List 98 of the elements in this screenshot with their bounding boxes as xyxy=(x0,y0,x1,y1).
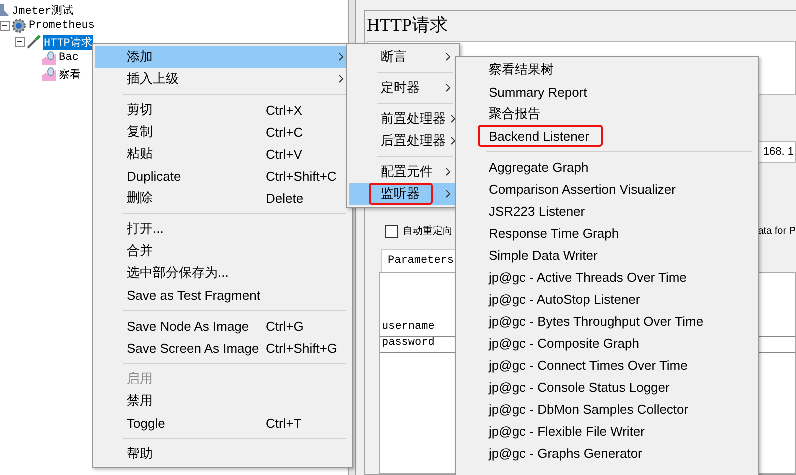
menu-item-label: 删除 xyxy=(127,189,154,207)
menu-item-label: jp@gc - AutoStop Listener xyxy=(489,292,642,306)
menu-item-label: JSR223 Listener xyxy=(489,204,586,218)
editor-title: HTTP请求 xyxy=(367,14,449,37)
menu-item[interactable]: Response Time Graph xyxy=(458,222,756,244)
menu-item-label: 剪切 xyxy=(127,101,154,119)
tree-node[interactable]: Prometheus xyxy=(28,20,96,32)
menu-item-label: 选中部分保存为... xyxy=(127,264,230,282)
shortcut-label: Ctrl+T xyxy=(266,416,303,430)
menu-item-label: 插入上级 xyxy=(127,70,180,88)
menu-item[interactable]: 禁用 xyxy=(95,390,350,412)
menu-item[interactable]: Comparison Assertion Visualizer xyxy=(458,178,756,200)
tree-node[interactable]: 察看 xyxy=(58,66,82,82)
shortcut-label: Delete xyxy=(266,190,305,206)
menu-item-label: 打开... xyxy=(127,220,165,238)
menu-item-label: Save as Test Fragment xyxy=(127,288,262,302)
menu-item[interactable]: 帮助 xyxy=(95,443,350,465)
menu-item[interactable]: Aggregate Graph xyxy=(458,156,756,178)
menu-item[interactable]: 粘贴 Ctrl+V xyxy=(95,143,350,165)
menu-item-label: jp@gc - Console Status Logger xyxy=(489,380,671,394)
menu-item-label: 监听器 xyxy=(381,185,421,203)
shortcut-label: Ctrl+C xyxy=(266,124,304,140)
menu-item[interactable]: Save Node As Image Ctrl+G xyxy=(95,315,350,337)
menu-item[interactable]: 定时器 xyxy=(349,77,457,99)
menu-item[interactable]: 合并 xyxy=(95,240,350,262)
checkbox[interactable] xyxy=(385,224,398,238)
menu-item[interactable]: jp@gc - Flexible File Writer xyxy=(458,420,756,442)
menu-item[interactable]: 断言 xyxy=(349,46,457,68)
menu-item-label: 禁用 xyxy=(127,392,154,410)
tree-node[interactable]: Jmeter测试 xyxy=(11,2,75,18)
menu-item[interactable]: Toggle Ctrl+T xyxy=(95,412,350,434)
menu-item-label: Toggle xyxy=(127,416,166,430)
gear-icon xyxy=(11,18,27,34)
menu-item-label: 添加 xyxy=(127,48,154,66)
menu-item[interactable]: jp@gc - AutoStop Listener xyxy=(458,288,756,310)
menu-item-label: jp@gc - Graphs Generator xyxy=(489,446,644,460)
menu-item-label: 察看结果树 xyxy=(489,61,555,79)
menu-item[interactable]: 选中部分保存为... xyxy=(95,262,350,284)
menu-item[interactable]: jp@gc - Graphs Generator xyxy=(458,442,756,464)
shortcut-label: Ctrl+V xyxy=(266,146,304,162)
shortcut-label: Ctrl+X xyxy=(266,102,304,118)
collapse-toggle-icon[interactable] xyxy=(0,21,10,31)
menu-item-label: Response Time Graph xyxy=(489,226,620,240)
menu-item-label: 聚合报告 xyxy=(489,105,542,123)
menu-item-label: jp@gc - Flexible File Writer xyxy=(489,424,646,438)
menu-item-label: 复制 xyxy=(127,123,154,141)
checkbox-label: 自动重定向 xyxy=(403,224,453,238)
graph-icon xyxy=(41,50,57,66)
menu-item-label: 后置处理器 xyxy=(381,132,446,150)
menu-item[interactable]: Summary Report xyxy=(458,81,756,103)
menu-item-label: 合并 xyxy=(127,242,154,260)
menu-item[interactable]: 删除 Delete xyxy=(95,187,350,209)
menu-item-label: 配置元件 xyxy=(381,163,434,181)
menu-item-label: 粘贴 xyxy=(127,145,154,163)
menu-item-label: jp@gc - Composite Graph xyxy=(489,336,640,350)
menu-item-label: jp@gc - Connect Times Over Time xyxy=(489,358,689,372)
menu-item[interactable]: Save Screen As Image Ctrl+Shift+G xyxy=(95,337,350,359)
menu-item[interactable]: 插入上级 xyxy=(95,68,350,90)
pipette-icon xyxy=(26,34,42,50)
menu-item-label: jp@gc - DbMon Samples Collector xyxy=(489,402,690,416)
menu-item[interactable]: 聚合报告 xyxy=(458,103,756,125)
menu-item[interactable]: 察看结果树 xyxy=(458,59,756,81)
menu-item[interactable]: 前置处理器 xyxy=(349,108,457,130)
menu-item-label: 定时器 xyxy=(381,79,421,97)
menu-item[interactable]: 打开... xyxy=(95,218,350,240)
menu-item-label: jp@gc - Active Threads Over Time xyxy=(489,270,688,284)
graph-icon xyxy=(41,66,57,82)
shortcut-label: Ctrl+Shift+C xyxy=(266,168,337,184)
menu-item[interactable]: JSR223 Listener xyxy=(458,200,756,222)
menu-item-label: Save Node As Image xyxy=(127,318,250,334)
menu-item[interactable]: 后置处理器 xyxy=(349,130,457,152)
menu-item[interactable]: Backend Listener xyxy=(458,125,756,147)
menu-item[interactable]: 复制 Ctrl+C xyxy=(95,121,350,143)
menu-item-label: 前置处理器 xyxy=(381,110,446,128)
tree-node[interactable]: Bac xyxy=(58,52,80,64)
menu-item-label: Backend Listener xyxy=(489,128,590,144)
option-label: ata for P xyxy=(758,226,796,236)
menu-item[interactable]: 剪切 Ctrl+X xyxy=(95,99,350,121)
menu-item-label: Save Screen As Image xyxy=(127,340,260,356)
menu-item-label: Simple Data Writer xyxy=(489,248,599,262)
menu-item-label: 启用 xyxy=(127,370,154,388)
menu-item[interactable]: Duplicate Ctrl+Shift+C xyxy=(95,165,350,187)
shortcut-label: Ctrl+Shift+G xyxy=(266,340,338,356)
menu-item-label: 帮助 xyxy=(127,445,154,463)
menu-item-label: 断言 xyxy=(381,48,408,66)
tree-node[interactable]: HTTP请求 xyxy=(43,34,94,50)
menu-item-label: Aggregate Graph xyxy=(489,160,590,174)
menu-item-label: Summary Report xyxy=(489,84,588,100)
menu-item-label: Duplicate xyxy=(127,168,182,184)
menu-item[interactable]: Save as Test Fragment xyxy=(95,284,350,306)
menu-item[interactable]: 配置元件 xyxy=(349,161,457,183)
collapse-toggle-icon[interactable] xyxy=(15,37,25,47)
flask-icon xyxy=(0,3,10,17)
menu-item[interactable]: jp@gc - Console Status Logger xyxy=(458,376,756,398)
menu-item-label: Comparison Assertion Visualizer xyxy=(489,182,677,196)
menu-item[interactable]: jp@gc - DbMon Samples Collector xyxy=(458,398,756,420)
shortcut-label: Ctrl+G xyxy=(266,318,305,334)
menu-item[interactable]: jp@gc - Connect Times Over Time xyxy=(458,354,756,376)
